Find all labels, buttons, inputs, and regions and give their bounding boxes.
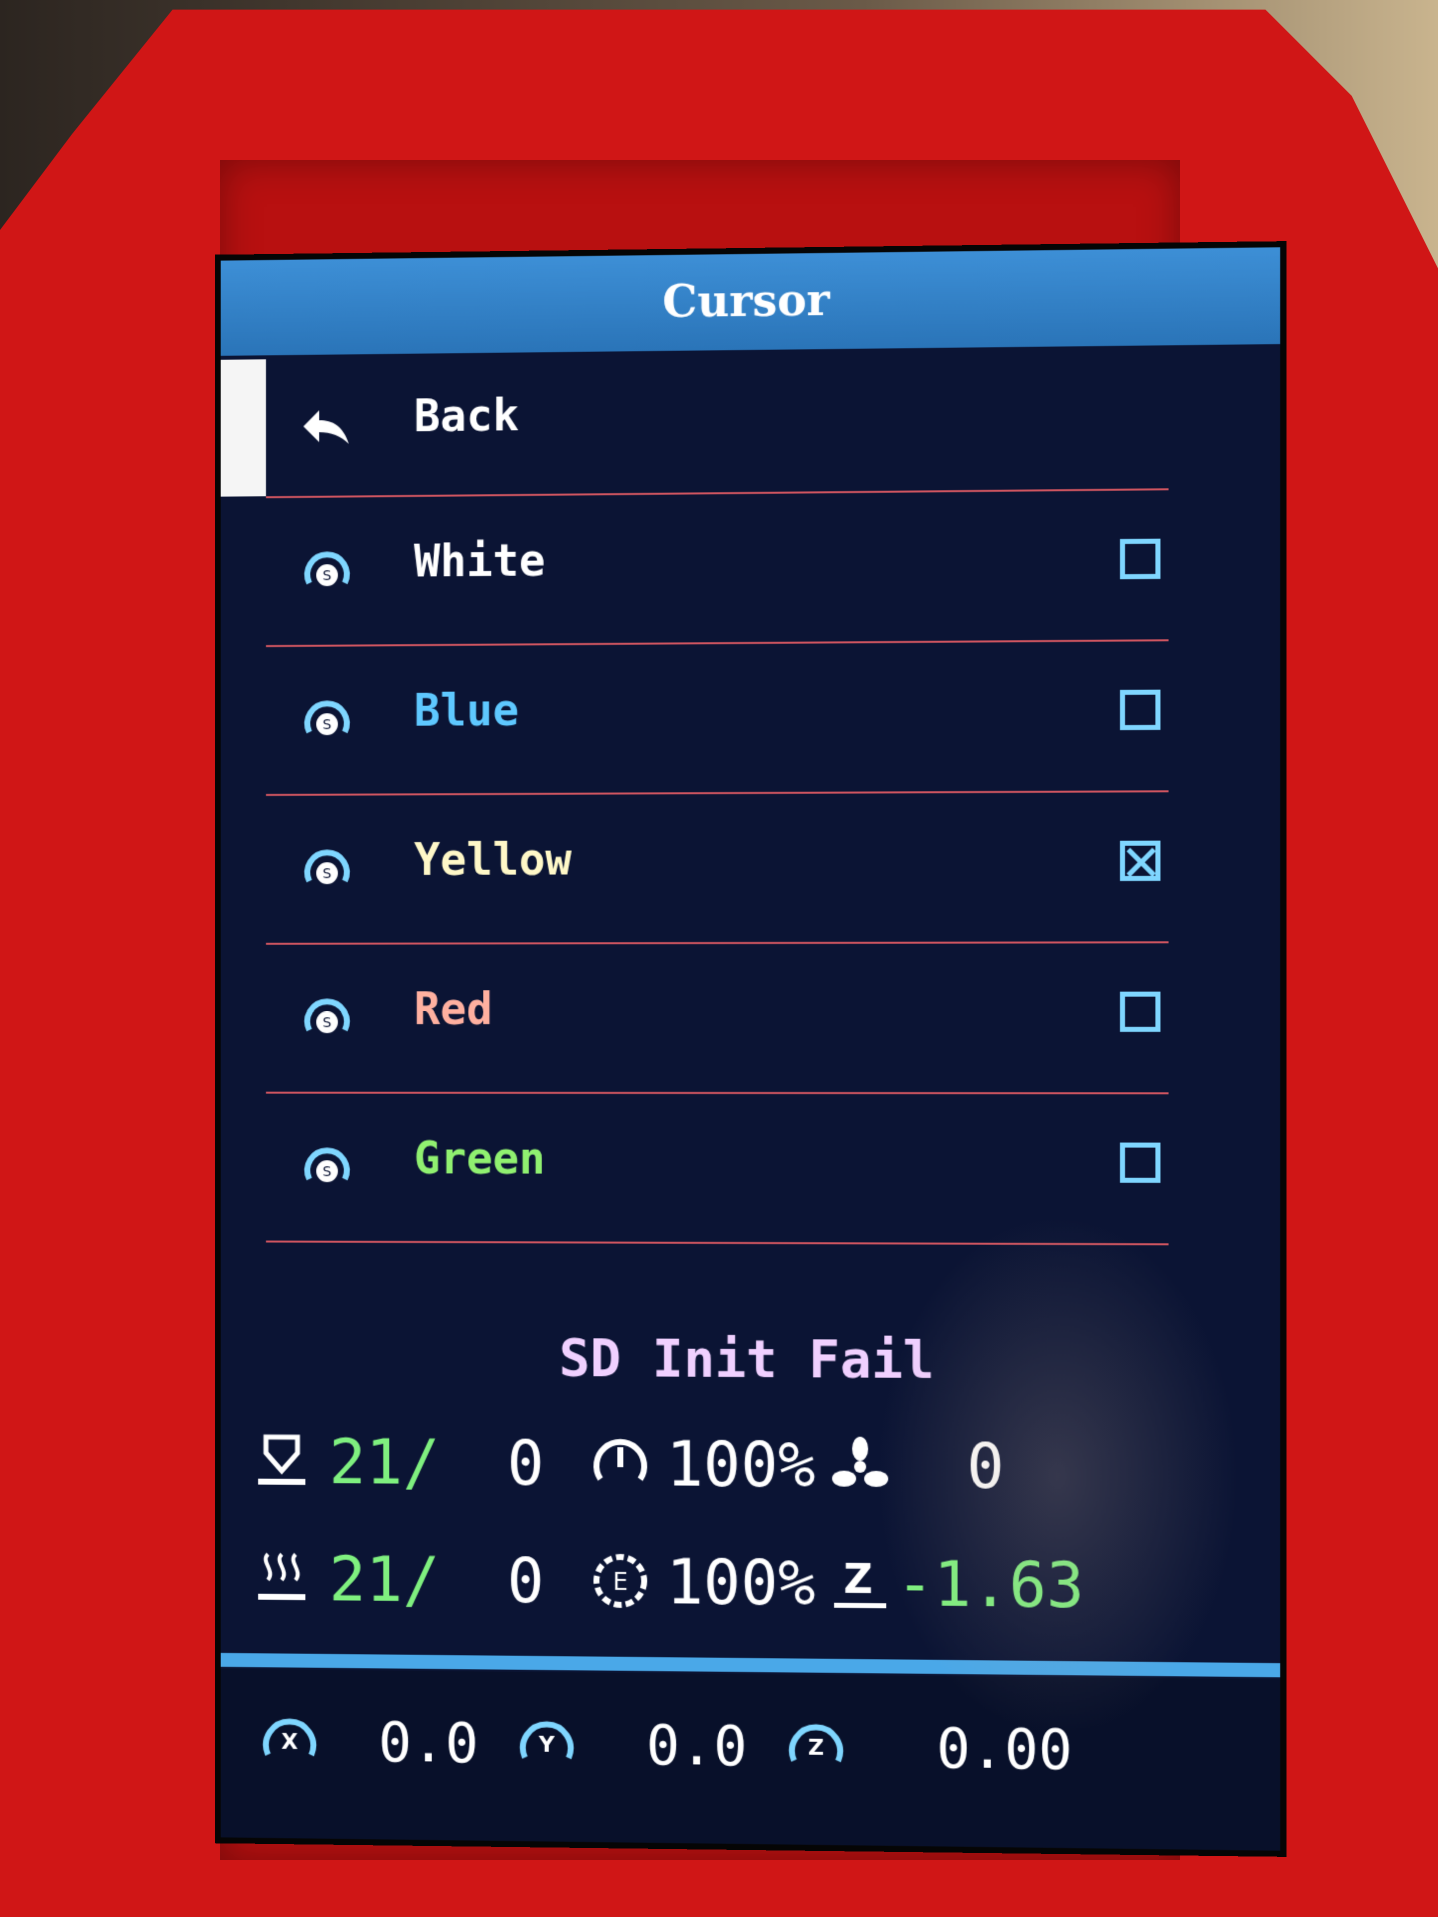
fan-icon: [832, 1436, 889, 1487]
menu-item-red[interactable]: S Red: [265, 943, 1169, 1095]
touch-screen: Cursor Back S White S Blue S Yellow S Re…: [214, 241, 1287, 1857]
bed-target-temp: 0: [507, 1544, 545, 1618]
speed-value: 100%: [666, 1427, 816, 1502]
back-label: Back: [413, 390, 519, 443]
fan-speed-value: 0: [966, 1429, 1005, 1503]
speed-gauge-icon: [588, 1431, 652, 1495]
checkbox-checked[interactable]: [1119, 840, 1161, 882]
cursor-style-icon: S: [299, 841, 354, 897]
svg-text:S: S: [323, 568, 332, 584]
cursor-style-icon: S: [299, 692, 354, 748]
x-axis-icon: X: [260, 1709, 319, 1769]
svg-text:Z: Z: [808, 1736, 824, 1761]
z-coordinate: 0.00: [936, 1716, 1073, 1783]
checkbox[interactable]: [1119, 1142, 1161, 1183]
checkbox[interactable]: [1119, 538, 1161, 580]
printer-info-panel: 21/ 0 100% 0 21/ 0 E 100% Z -1.63: [221, 1411, 1280, 1679]
nozzle-target-temp: 0: [507, 1426, 545, 1500]
cursor-style-icon: S: [299, 1139, 354, 1195]
page-title: Cursor: [220, 247, 1281, 356]
svg-text:S: S: [323, 717, 332, 733]
svg-text:S: S: [323, 866, 332, 882]
svg-text:E: E: [613, 1568, 628, 1596]
back-arrow-icon: [303, 410, 349, 445]
menu-item-label: Red: [413, 984, 493, 1036]
cursor-style-icon: S: [299, 990, 354, 1046]
checkbox[interactable]: [1119, 991, 1161, 1032]
status-message: SD Init Fail: [558, 1329, 935, 1392]
menu-item-label: Yellow: [413, 834, 572, 886]
y-coordinate: 0.0: [646, 1712, 748, 1780]
menu-item-yellow[interactable]: S Yellow: [265, 792, 1169, 945]
cursor-style-icon: S: [299, 543, 354, 599]
z-offset-value: -1.63: [896, 1547, 1085, 1623]
z-offset-icon: Z: [834, 1557, 887, 1609]
menu-item-label: Green: [413, 1133, 546, 1185]
flow-rate-icon: E: [588, 1549, 652, 1613]
flow-rate-value: 100%: [666, 1545, 816, 1620]
cursor-menu: Back S White S Blue S Yellow S Red S Gre…: [221, 348, 1280, 1246]
menu-item-label: White: [413, 535, 546, 588]
nozzle-icon: [250, 1431, 313, 1485]
svg-text:Y: Y: [538, 1733, 556, 1758]
back-button[interactable]: Back: [265, 349, 1169, 499]
checkbox[interactable]: [1119, 689, 1161, 731]
svg-text:Z: Z: [844, 1557, 873, 1604]
heated-bed-icon: [250, 1548, 313, 1601]
y-axis-icon: Y: [517, 1712, 577, 1772]
x-coordinate: 0.0: [378, 1710, 479, 1776]
menu-item-label: Blue: [413, 685, 519, 737]
svg-text:S: S: [323, 1164, 332, 1180]
z-axis-icon: Z: [786, 1714, 846, 1775]
svg-text:S: S: [323, 1015, 332, 1031]
menu-item-green[interactable]: S Green: [265, 1093, 1169, 1246]
svg-text:X: X: [281, 1730, 298, 1755]
menu-item-blue[interactable]: S Blue: [265, 641, 1169, 796]
nozzle-current-temp: 21/: [329, 1425, 440, 1499]
axis-coordinates-bar: X 0.0 Y 0.0 Z 0.00: [220, 1668, 1281, 1851]
bed-current-temp: 21/: [329, 1542, 440, 1617]
menu-item-white[interactable]: S White: [265, 490, 1169, 648]
